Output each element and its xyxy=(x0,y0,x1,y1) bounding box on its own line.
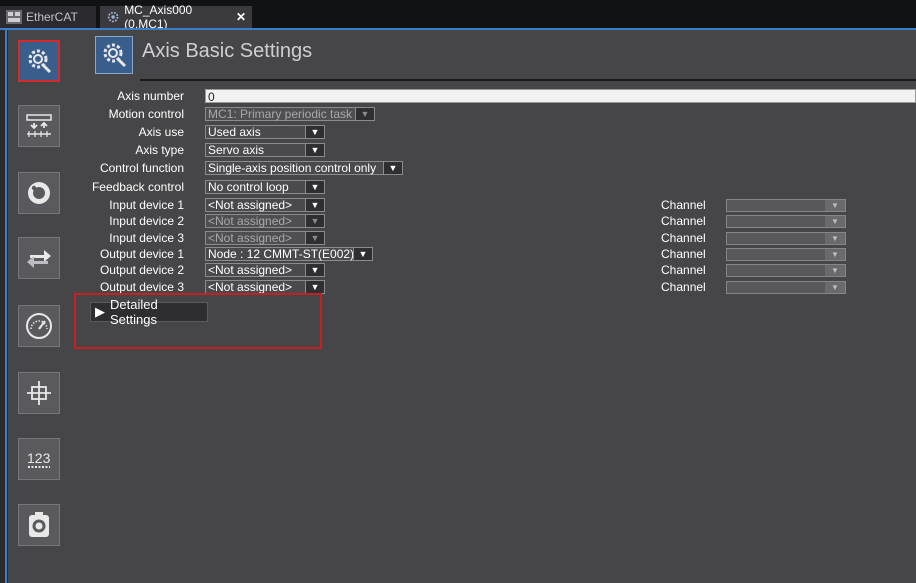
axis-number-field[interactable]: 0 xyxy=(205,89,916,104)
output-device-3-select[interactable]: <Not assigned> ▼ xyxy=(205,280,325,294)
tab-mc-axis000[interactable]: MC_Axis000 (0,MC1) ✕ xyxy=(100,3,252,31)
axis-basic-settings-icon xyxy=(103,43,127,68)
tab-mc-axis000-label: MC_Axis000 (0,MC1) xyxy=(124,3,193,31)
input-device-1-select[interactable]: <Not assigned> ▼ xyxy=(205,198,325,212)
homing-button[interactable] xyxy=(18,504,60,546)
tab-ethercat-label: EtherCAT xyxy=(26,10,78,24)
channel-select-4: ▼ xyxy=(726,248,846,261)
output-device-2-label: Output device 2 xyxy=(99,263,184,277)
chevron-down-icon: ▼ xyxy=(825,249,845,260)
chevron-down-icon: ▼ xyxy=(355,108,374,120)
axis-use-select[interactable]: Used axis ▼ xyxy=(205,125,325,139)
limit-settings-button[interactable] xyxy=(18,305,60,347)
channel-label-3: Channel xyxy=(661,231,706,245)
output-device-1-value: Node : 12 CMMT-ST(E002) xyxy=(208,247,353,261)
output-device-2-select[interactable]: <Not assigned> ▼ xyxy=(205,263,325,277)
input-device-2-label: Input device 2 xyxy=(109,214,184,228)
chevron-down-icon: ▼ xyxy=(825,200,845,211)
chevron-down-icon[interactable]: ▼ xyxy=(383,162,402,174)
position-count-button[interactable] xyxy=(18,372,60,414)
channel-label-1: Channel xyxy=(661,198,706,212)
chevron-down-icon[interactable]: ▼ xyxy=(353,248,372,260)
axis-use-label: Axis use xyxy=(138,125,184,139)
tab-ethercat[interactable]: EtherCAT xyxy=(0,6,96,28)
output-device-1-label: Output device 1 xyxy=(99,247,184,261)
chevron-down-icon: ▼ xyxy=(825,233,845,244)
header-divider xyxy=(140,79,916,81)
motion-control-value: MC1: Primary periodic task xyxy=(208,107,353,121)
axis-use-value: Used axis xyxy=(208,125,261,139)
axis-number-value: 0 xyxy=(208,90,215,104)
chevron-down-icon[interactable]: ▼ xyxy=(305,181,324,193)
axis-type-label: Axis type xyxy=(135,143,184,157)
homing-icon xyxy=(29,512,49,537)
axis-basic-settings-icon xyxy=(28,49,52,74)
svg-text:123: 123 xyxy=(27,450,51,466)
chevron-down-icon[interactable]: ▼ xyxy=(305,126,324,138)
channel-label-5: Channel xyxy=(661,263,706,277)
channel-select-3: ▼ xyxy=(726,232,846,245)
axis-basic-settings-button[interactable] xyxy=(18,40,60,82)
control-function-select[interactable]: Single-axis position control only ▼ xyxy=(205,161,403,175)
chevron-down-icon: ▼ xyxy=(825,265,845,276)
input-device-2-value: <Not assigned> xyxy=(208,214,293,228)
input-device-3-value: <Not assigned> xyxy=(208,231,293,245)
chevron-down-icon: ▼ xyxy=(305,215,324,227)
chevron-down-icon: ▼ xyxy=(305,232,324,244)
channel-select-2: ▼ xyxy=(726,215,846,228)
motion-control-select: MC1: Primary periodic task ▼ xyxy=(205,107,375,121)
control-function-value: Single-axis position control only xyxy=(208,161,377,175)
channel-label-6: Channel xyxy=(661,280,706,294)
chevron-down-icon[interactable]: ▼ xyxy=(305,264,324,276)
feedback-control-label: Feedback control xyxy=(91,180,184,194)
output-device-3-value: <Not assigned> xyxy=(208,280,293,294)
input-device-1-label: Input device 1 xyxy=(109,198,184,212)
position-count-icon xyxy=(27,381,51,405)
chevron-down-icon: ▼ xyxy=(825,216,845,227)
channel-select-5: ▼ xyxy=(726,264,846,277)
axis-number-label: Axis number xyxy=(117,89,184,103)
header-axis-settings-icon-box xyxy=(95,36,133,74)
feedback-control-value: No control loop xyxy=(208,180,289,194)
editor-tab-bar: EtherCAT MC_Axis000 (0,MC1) ✕ xyxy=(0,0,916,31)
input-device-3-select: <Not assigned> ▼ xyxy=(205,231,325,245)
chevron-down-icon[interactable]: ▼ xyxy=(305,281,324,293)
motion-control-label: Motion control xyxy=(108,107,184,121)
axis-gear-icon xyxy=(107,11,119,23)
channel-label-2: Channel xyxy=(661,214,706,228)
input-device-2-select: <Not assigned> ▼ xyxy=(205,214,325,228)
limit-settings-icon xyxy=(26,313,52,339)
channel-select-1: ▼ xyxy=(726,199,846,212)
servo-drive-button[interactable]: 123 xyxy=(18,438,60,480)
ethercat-icon xyxy=(6,10,22,24)
page-title: Axis Basic Settings xyxy=(142,40,313,62)
highlight-box xyxy=(74,293,322,349)
chevron-down-icon[interactable]: ▼ xyxy=(305,144,324,156)
output-device-1-select[interactable]: Node : 12 CMMT-ST(E002) ▼ xyxy=(205,247,373,261)
channel-select-6: ▼ xyxy=(726,281,846,294)
chevron-down-icon[interactable]: ▼ xyxy=(305,199,324,211)
close-tab-icon[interactable]: ✕ xyxy=(236,10,246,24)
control-function-label: Control function xyxy=(99,161,184,175)
axis-type-value: Servo axis xyxy=(208,143,265,157)
servo-drive-icon: 123 xyxy=(27,450,51,468)
chevron-down-icon: ▼ xyxy=(825,282,845,293)
output-device-2-value: <Not assigned> xyxy=(208,263,293,277)
input-device-3-label: Input device 3 xyxy=(109,231,184,245)
channel-label-4: Channel xyxy=(661,247,706,261)
feedback-control-select[interactable]: No control loop ▼ xyxy=(205,180,325,194)
axis-type-select[interactable]: Servo axis ▼ xyxy=(205,143,325,157)
input-device-1-value: <Not assigned> xyxy=(208,198,293,212)
